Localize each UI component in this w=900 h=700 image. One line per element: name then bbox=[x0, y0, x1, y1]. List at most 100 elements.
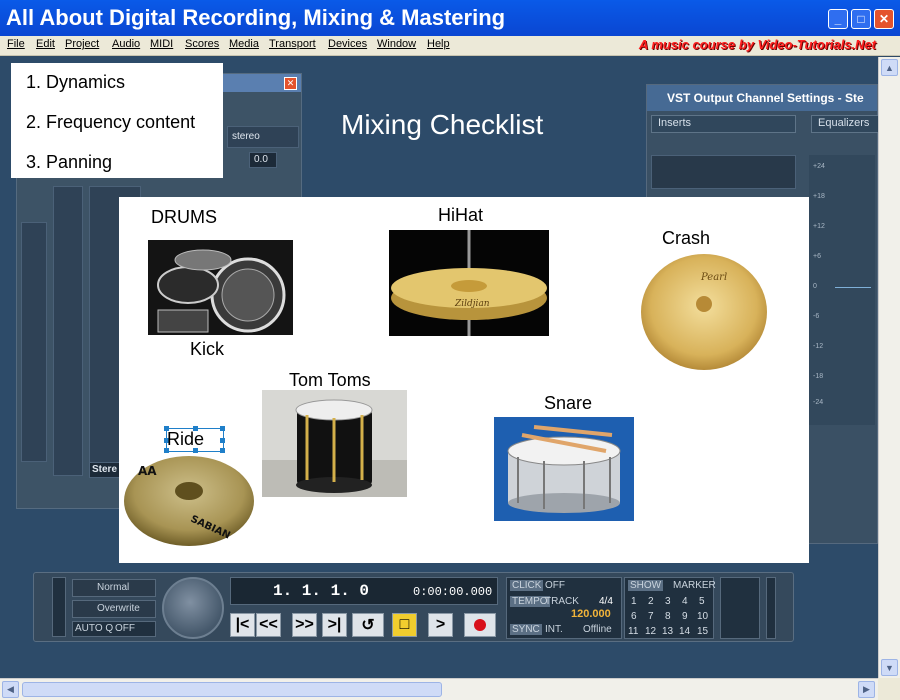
auto-quantize[interactable]: AUTO Q OFF bbox=[72, 621, 156, 637]
marker-15[interactable]: 15 bbox=[697, 626, 708, 637]
close-button[interactable]: ✕ bbox=[874, 9, 894, 29]
menu-midi[interactable]: MIDI bbox=[150, 38, 173, 50]
scale-label: -18 bbox=[813, 373, 824, 380]
zildjian-logo: Zildjian bbox=[454, 299, 490, 309]
mixer-footer-label: Stere bbox=[92, 464, 118, 475]
horizontal-scrollbar[interactable]: ◀ ▶ bbox=[0, 678, 878, 700]
marker-4[interactable]: 4 bbox=[682, 596, 688, 607]
record-mode-normal-label: Normal bbox=[97, 582, 130, 593]
stop-button[interactable]: □ bbox=[392, 613, 417, 637]
drum-kit-photo bbox=[148, 240, 293, 335]
checklist-item: 2. Frequency content bbox=[26, 112, 196, 132]
master-fader[interactable] bbox=[766, 577, 776, 639]
mixer-close-icon[interactable]: ✕ bbox=[284, 77, 297, 90]
marker-10[interactable]: 10 bbox=[697, 611, 708, 622]
bar-position: 1. 1. 1. 0 bbox=[273, 582, 370, 600]
scale-label: +6 bbox=[813, 253, 821, 260]
pan-value: 0.0 bbox=[254, 154, 268, 165]
snare-label: Snare bbox=[544, 393, 593, 413]
checklist-item: 3. Panning bbox=[26, 152, 113, 172]
menu-edit[interactable]: Edit bbox=[36, 38, 55, 50]
menu-audio[interactable]: Audio bbox=[112, 38, 140, 50]
fast-forward-button[interactable]: >> bbox=[292, 613, 317, 637]
insert-slot[interactable] bbox=[651, 155, 796, 189]
marker-11[interactable]: 11 bbox=[628, 626, 638, 637]
scale-label: -6 bbox=[813, 313, 820, 320]
marker-12[interactable]: 12 bbox=[645, 626, 656, 637]
minimize-button[interactable]: _ bbox=[828, 9, 848, 29]
marker-label: MARKER bbox=[673, 580, 716, 591]
vst-title-text: VST Output Channel Settings - Ste bbox=[667, 91, 864, 105]
equalizers-tab[interactable]: Equalizers bbox=[811, 115, 879, 133]
menu-help[interactable]: Help bbox=[427, 38, 450, 50]
crash-graphic: Pearl bbox=[641, 254, 767, 370]
vertical-scrollbar[interactable]: ▲ ▼ bbox=[878, 57, 900, 678]
show-label[interactable]: SHOW bbox=[628, 580, 664, 591]
record-mode-normal[interactable]: Normal bbox=[72, 579, 156, 597]
record-button[interactable] bbox=[464, 613, 496, 637]
slide-canvas: DRUMS Kick HiHat Zildjian Crash Pearl To… bbox=[119, 197, 809, 563]
tempo-label[interactable]: TEMPO bbox=[510, 596, 550, 607]
click-label[interactable]: CLICK bbox=[510, 580, 544, 591]
marker-2[interactable]: 2 bbox=[648, 596, 654, 607]
hihat-cymbal-photo: Zildjian bbox=[389, 230, 549, 336]
record-mode-overwrite[interactable]: Overwrite bbox=[72, 600, 156, 618]
sync-label[interactable]: SYNC bbox=[510, 624, 542, 635]
rewind-button[interactable]: << bbox=[256, 613, 281, 637]
horizontal-scroll-thumb[interactable] bbox=[22, 682, 442, 697]
marker-7[interactable]: 7 bbox=[648, 611, 654, 622]
marker-5[interactable]: 5 bbox=[699, 596, 705, 607]
ride-graphic: AA SABIAN bbox=[124, 456, 254, 546]
scroll-up-icon[interactable]: ▲ bbox=[881, 59, 898, 76]
crash-cymbal-photo: Pearl bbox=[641, 254, 769, 370]
click-state: OFF bbox=[545, 580, 565, 591]
stereo-selector[interactable]: stereo bbox=[227, 126, 299, 148]
jog-shuttle-knob[interactable] bbox=[162, 577, 224, 639]
scroll-down-icon[interactable]: ▼ bbox=[881, 659, 898, 676]
resize-handle[interactable] bbox=[220, 426, 225, 431]
marker-6[interactable]: 6 bbox=[631, 611, 637, 622]
resize-handle[interactable] bbox=[220, 438, 225, 443]
menu-window[interactable]: Window bbox=[377, 38, 416, 50]
menu-media[interactable]: Media bbox=[229, 38, 259, 50]
maximize-button[interactable]: □ bbox=[851, 9, 871, 29]
menu-file[interactable]: File bbox=[7, 38, 25, 50]
inserts-tab[interactable]: Inserts bbox=[651, 115, 796, 133]
autoq-state: OFF bbox=[115, 623, 135, 634]
pan-value-box[interactable]: 0.0 bbox=[249, 152, 277, 168]
menu-bar: File Edit Project Audio MIDI Scores Medi… bbox=[0, 36, 900, 56]
go-to-end-button[interactable]: >| bbox=[322, 613, 347, 637]
inserts-tab-label: Inserts bbox=[658, 117, 692, 129]
slide-heading: Mixing Checklist bbox=[341, 109, 544, 140]
scroll-left-icon[interactable]: ◀ bbox=[2, 681, 19, 698]
checklist-item: 1. Dynamics bbox=[26, 72, 126, 92]
menu-devices[interactable]: Devices bbox=[328, 38, 367, 50]
scale-label: +12 bbox=[813, 223, 825, 230]
marker-13[interactable]: 13 bbox=[662, 626, 673, 637]
marker-panel: SHOW MARKER 1 2 3 4 5 6 7 8 9 10 11 12 1… bbox=[624, 577, 716, 639]
aa-logo: AA bbox=[138, 464, 157, 478]
play-button[interactable]: > bbox=[428, 613, 453, 637]
hihat-label: HiHat bbox=[438, 205, 484, 225]
kick-label: Kick bbox=[190, 339, 225, 359]
menu-scores[interactable]: Scores bbox=[185, 38, 219, 50]
tom-drum-graphic bbox=[262, 390, 407, 497]
marker-3[interactable]: 3 bbox=[665, 596, 671, 607]
marker-8[interactable]: 8 bbox=[665, 611, 671, 622]
scale-label: 0 bbox=[813, 283, 817, 290]
scroll-right-icon[interactable]: ▶ bbox=[858, 681, 875, 698]
marker-14[interactable]: 14 bbox=[679, 626, 690, 637]
sync-int: INT. bbox=[545, 624, 563, 635]
marker-9[interactable]: 9 bbox=[682, 611, 688, 622]
time-signature: 4/4 bbox=[599, 596, 613, 607]
go-to-start-button[interactable]: |< bbox=[230, 613, 255, 637]
cycle-button[interactable]: ↺ bbox=[352, 613, 384, 637]
drum-kit-graphic bbox=[148, 240, 293, 335]
level-meter bbox=[52, 577, 66, 637]
menu-project[interactable]: Project bbox=[65, 38, 99, 50]
menu-transport[interactable]: Transport bbox=[269, 38, 316, 50]
resize-handle[interactable] bbox=[220, 448, 225, 453]
window-title: All About Digital Recording, Mixing & Ma… bbox=[6, 5, 506, 30]
ride-label[interactable]: Ride bbox=[167, 429, 204, 450]
marker-1[interactable]: 1 bbox=[631, 596, 637, 607]
